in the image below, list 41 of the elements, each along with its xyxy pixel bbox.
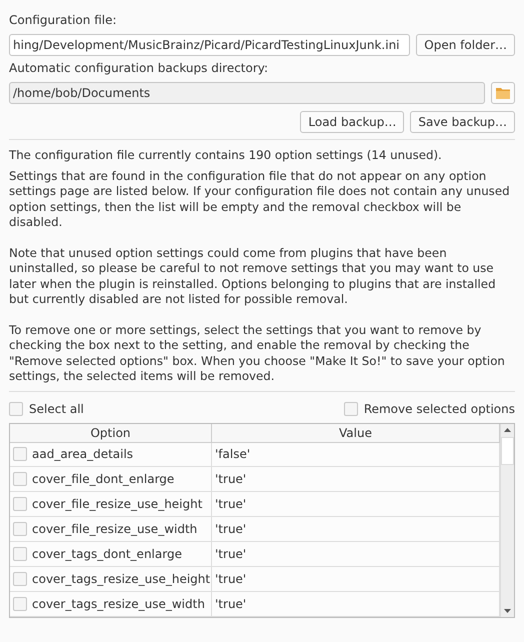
folder-icon — [495, 86, 511, 100]
option-value: 'true' — [215, 572, 246, 586]
help-paragraph: Settings that are found in the configuration file that do not appear on any option settings page are listed below. If your configuration file does not contain any unused option settings, then the list will be empty and the removal checkbox will be disabled. — [9, 168, 511, 230]
option-name: cover_file_resize_use_height — [32, 497, 202, 512]
option-name: cover_file_resize_use_width — [32, 522, 198, 536]
option-value: 'true' — [215, 522, 246, 536]
checkbox[interactable] — [13, 472, 27, 486]
option-value: 'false' — [215, 447, 250, 462]
option-value: 'true' — [215, 497, 246, 512]
checkbox[interactable] — [9, 402, 23, 416]
option-name: cover_file_dont_enlarge — [32, 472, 174, 486]
option-value: 'true' — [215, 472, 246, 486]
checkbox[interactable] — [13, 497, 27, 512]
checkbox[interactable] — [13, 596, 27, 611]
help-paragraph: Note that unused option settings could come from plugins that have been uninstalled, so please be careful to not remove settings that you may want to use later when the plugin is reinstalled. Options belonging to plugins that are installed but currently disabled are not listed for possible removal. — [9, 246, 497, 308]
path-field[interactable]: hing/Development/MusicBrainz/Picard/PicardTestingLinuxJunk.ini — [9, 34, 410, 56]
option-name: cover_tags_resize_use_width — [32, 596, 205, 611]
option-name: cover_tags_dont_enlarge — [32, 546, 182, 561]
option-name: aad_area_details — [32, 447, 134, 462]
load-backup-button[interactable]: Load backup… — [300, 111, 404, 133]
field-label: Configuration file: — [9, 12, 118, 29]
checkbox[interactable] — [13, 572, 27, 586]
directory-field[interactable]: /home/bob/Documents — [9, 82, 485, 104]
option-name: cover_tags_resize_use_height — [32, 572, 210, 586]
field-label: Automatic configuration backups directory: — [9, 60, 270, 77]
checkbox[interactable] — [344, 402, 358, 416]
option-value: 'true' — [215, 546, 246, 561]
summary-text: The configuration file currently contains 190 option settings (14 unused). — [9, 148, 443, 164]
checkbox-label[interactable]: Select all — [29, 402, 84, 416]
browse-button[interactable] — [491, 82, 515, 104]
checkbox[interactable] — [13, 522, 27, 536]
checkbox[interactable] — [13, 447, 27, 462]
open-folder-button[interactable]: Open folder… — [416, 34, 515, 56]
checkbox[interactable] — [13, 546, 27, 561]
checkbox-label[interactable]: Remove selected options — [364, 402, 515, 416]
save-backup-button[interactable]: Save backup… — [410, 111, 515, 133]
column-header[interactable]: Option — [10, 424, 212, 442]
column-header[interactable]: Value — [212, 424, 500, 442]
option-value: 'true' — [215, 596, 246, 611]
help-paragraph: To remove one or more settings, select the settings that you want to remove by checking the box next to the setting, and enable the removal by checking the "Remove selected options" box. When you choose "Make It So!" to save your option settings, the selected items will be removed. — [9, 322, 506, 384]
scrollbar-thumb[interactable] — [501, 436, 514, 464]
